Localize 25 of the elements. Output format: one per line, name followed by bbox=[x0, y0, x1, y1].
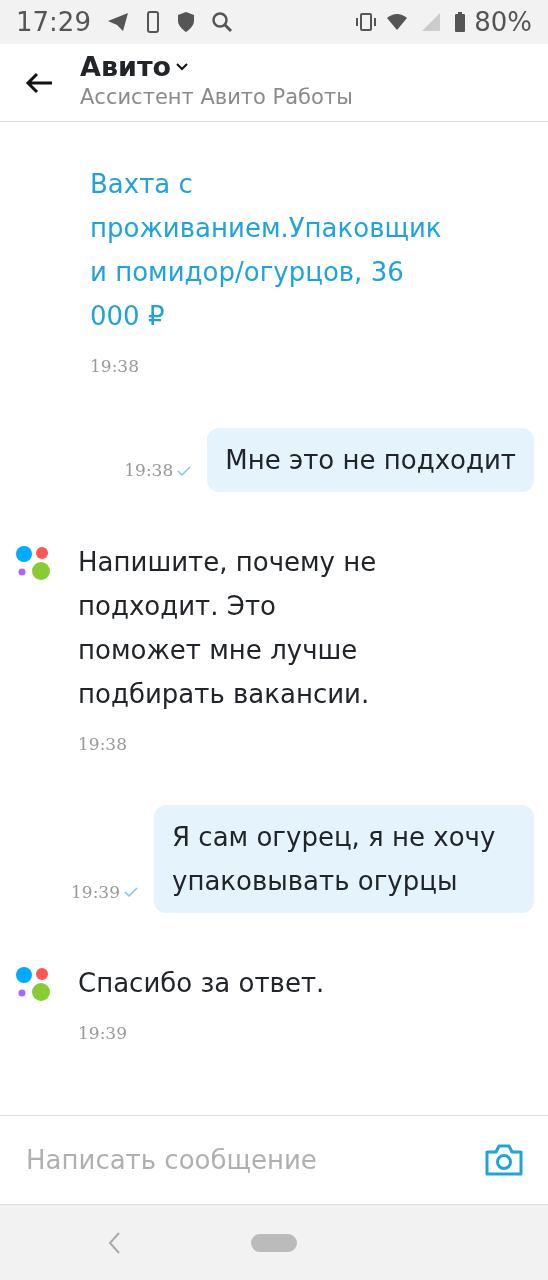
message-text: Спасибо за ответ. bbox=[78, 967, 326, 1000]
message-text: Напишите, почему не подходит. Это поможет мне лучше подбирать вакансии. bbox=[78, 545, 378, 711]
nav-back-icon[interactable] bbox=[107, 1230, 121, 1255]
check-icon bbox=[177, 464, 192, 477]
message-time: 19:39 bbox=[78, 1022, 128, 1045]
chat-subtitle: Ассистент Авито Работы bbox=[80, 83, 353, 111]
chevron-down-icon[interactable] bbox=[175, 61, 190, 72]
battery-percent: 80% bbox=[474, 5, 532, 39]
search-icon bbox=[210, 11, 233, 33]
battery-icon bbox=[454, 11, 467, 33]
shield-icon bbox=[176, 11, 195, 33]
camera-button[interactable] bbox=[484, 1143, 524, 1177]
send-icon bbox=[106, 12, 129, 32]
status-time: 17:29 bbox=[16, 5, 91, 39]
home-pill-icon[interactable] bbox=[251, 1233, 297, 1252]
phone-icon bbox=[144, 11, 161, 33]
message-time: 19:39 bbox=[71, 880, 120, 904]
message-time: 19:38 bbox=[124, 459, 174, 482]
chat-title[interactable]: Авито bbox=[80, 51, 172, 82]
check-icon bbox=[124, 886, 138, 899]
message-bubble: Мне это не подходит bbox=[207, 427, 534, 492]
message-bubble: Я сам огурец, я не хочу упаковывать огурцы bbox=[154, 805, 534, 913]
vibrate-icon bbox=[354, 12, 379, 32]
message-time: 19:38 bbox=[78, 732, 128, 756]
message-time: 19:38 bbox=[90, 355, 140, 378]
